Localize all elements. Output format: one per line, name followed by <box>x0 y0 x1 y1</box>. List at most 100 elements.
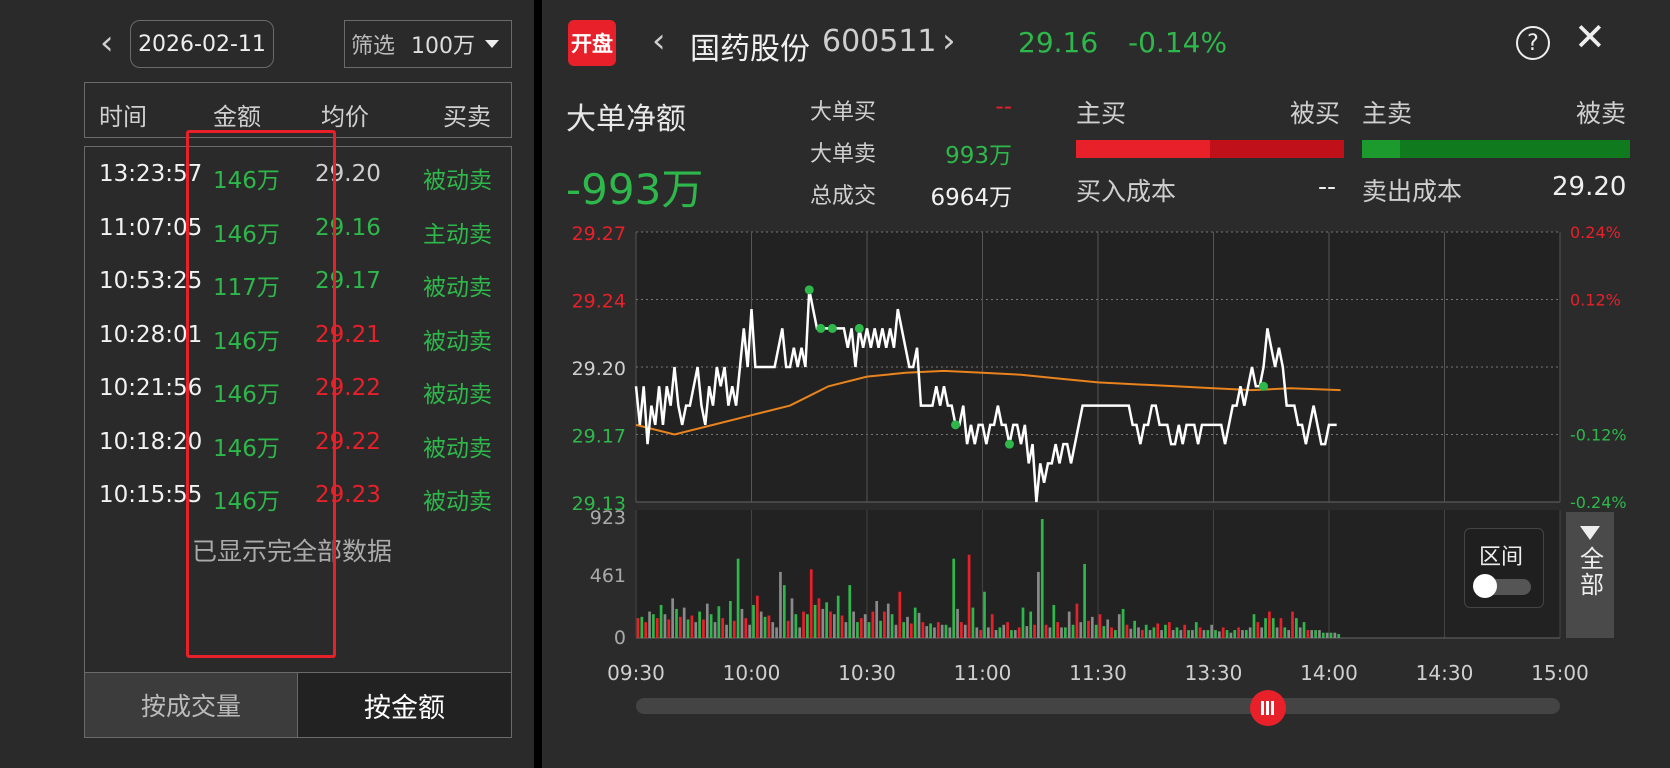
volume-bar <box>1106 619 1110 638</box>
show-all-label: 全部 <box>1575 546 1604 598</box>
show-all-button[interactable]: 全部 <box>1566 512 1614 638</box>
volume-bar <box>994 630 998 638</box>
big-trade-marker <box>1259 381 1269 391</box>
stock-code: 600511 <box>822 24 937 59</box>
next-stock-arrow-icon[interactable]: › <box>942 24 956 58</box>
time-slider-track[interactable] <box>636 698 1560 714</box>
close-icon[interactable]: ✕ <box>1574 18 1606 56</box>
volume-bar <box>802 611 805 638</box>
big-sell-value: 993万 <box>945 143 1012 169</box>
volume-bar <box>875 600 879 638</box>
volume-bar <box>790 598 794 638</box>
volume-bar <box>867 622 871 638</box>
volume-bar <box>679 616 682 638</box>
volume-bar <box>1117 614 1121 638</box>
volume-bar <box>1083 563 1086 638</box>
volume-bar <box>1291 611 1294 638</box>
volume-bar <box>1040 519 1044 638</box>
volume-bar <box>1152 627 1156 638</box>
volume-bar <box>1221 627 1225 638</box>
volume-bar <box>1218 631 1221 638</box>
volume-bar <box>1094 624 1098 638</box>
volume-bar <box>740 608 744 638</box>
volume-bar <box>1233 630 1237 638</box>
big-buy-value: -- <box>995 94 1012 120</box>
volume-bar <box>1125 624 1129 638</box>
sort-by-amount-button[interactable]: 按金额 <box>298 672 512 738</box>
passive-sell-label: 被卖 <box>1576 99 1627 128</box>
intraday-chart[interactable]: 29.2729.2429.2029.1729.130.24%0.12%-0.12… <box>542 210 1670 690</box>
volume-bar <box>1244 630 1248 638</box>
volume-bar <box>1010 630 1013 638</box>
volume-bar <box>1090 616 1094 638</box>
filter-icon <box>1580 526 1600 540</box>
pct-tick-label: 0.12% <box>1570 291 1621 310</box>
volume-bar <box>906 616 909 638</box>
total-value: 6964万 <box>930 185 1012 211</box>
volume-bar <box>840 615 844 638</box>
big-sell-label: 大单卖 <box>810 142 877 167</box>
volume-bar <box>859 618 863 638</box>
volume-bar <box>1044 624 1048 638</box>
time-tick-label: 13:30 <box>1185 661 1243 685</box>
prev-stock-arrow-icon[interactable]: ‹ <box>652 24 666 58</box>
volume-bar <box>705 603 709 638</box>
volume-bar <box>1133 620 1136 638</box>
filter-value: 100万 <box>411 34 476 59</box>
volume-bar <box>748 624 751 638</box>
volume-bar <box>1241 630 1244 638</box>
volume-bar <box>1033 624 1036 638</box>
volume-bar <box>883 611 886 638</box>
row-side: 被动卖 <box>423 435 492 462</box>
time-tick-label: 10:00 <box>723 661 781 685</box>
header-avg-price: 均价 <box>321 103 369 131</box>
amount-filter-select[interactable]: 筛选 100万 <box>344 20 512 68</box>
total-label: 总成交 <box>810 184 877 209</box>
volume-bar <box>1268 611 1271 638</box>
volume-bar <box>925 626 929 638</box>
volume-bar <box>1087 620 1090 638</box>
volume-bar <box>825 602 828 638</box>
volume-bar <box>1071 624 1075 638</box>
volume-bar <box>1141 630 1144 638</box>
volume-bar <box>1179 630 1183 638</box>
volume-bar <box>1310 630 1314 638</box>
volume-bar <box>833 614 836 638</box>
row-side: 被动卖 <box>423 489 492 515</box>
big-trade-marker <box>1004 439 1014 449</box>
volume-bar <box>690 615 694 638</box>
volume-bar <box>1110 627 1113 638</box>
help-icon[interactable]: ? <box>1516 26 1550 60</box>
header-side: 买卖 <box>443 103 491 131</box>
time-slider-handle[interactable] <box>1250 690 1286 726</box>
volume-bar <box>809 569 813 638</box>
volume-bar <box>1321 632 1325 638</box>
volume-bar <box>682 607 686 638</box>
volume-bar <box>1279 618 1283 638</box>
volume-bar <box>729 600 732 638</box>
volume-bar <box>987 627 990 638</box>
volume-bar <box>1225 630 1229 638</box>
date-picker[interactable]: 2026-02-11 <box>130 20 274 68</box>
range-toggle[interactable]: 区间 <box>1464 528 1544 608</box>
header-time: 时间 <box>99 103 147 131</box>
volume-bar <box>917 612 921 638</box>
volume-bar <box>725 624 728 638</box>
volume-bar <box>694 622 698 638</box>
row-side: 被动卖 <box>423 168 492 194</box>
range-label: 区间 <box>1479 545 1524 570</box>
sort-by-volume-button[interactable]: 按成交量 <box>84 672 298 738</box>
volume-bar <box>902 622 905 638</box>
passive-buy-label: 被买 <box>1290 99 1341 128</box>
pct-tick-label: 0.24% <box>1570 223 1621 242</box>
volume-bar <box>1191 630 1194 638</box>
price-tick-label: 29.17 <box>572 426 626 448</box>
volume-tick-label: 923 <box>590 507 626 529</box>
volume-bar <box>975 627 979 638</box>
prev-date-arrow-icon[interactable]: ‹ <box>100 26 114 60</box>
big-trade-marker <box>854 323 864 333</box>
range-switch[interactable] <box>1473 574 1531 598</box>
volume-bar <box>952 558 956 638</box>
volume-bar <box>1167 622 1171 638</box>
big-buy-label: 大单买 <box>810 100 877 125</box>
